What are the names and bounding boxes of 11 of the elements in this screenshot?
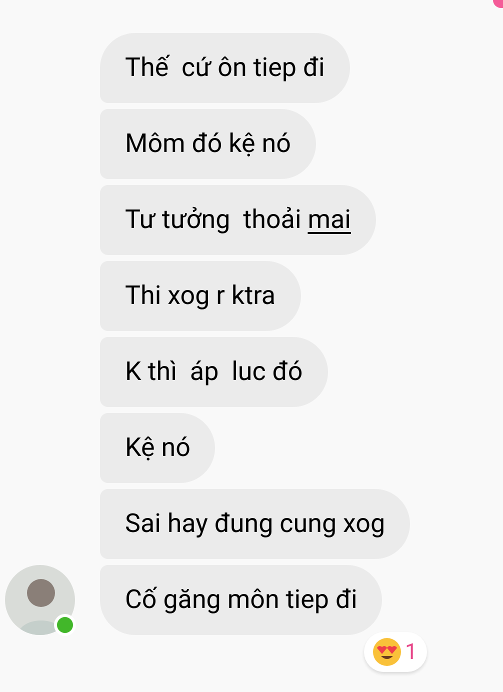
message-bubble: K thì áp luc đó [100,337,328,407]
reaction-badge[interactable]: 1 [364,632,428,672]
message-bubble: Cố găng môn tiep đi [100,565,382,635]
message-bubble: Sai hay đung cung xog [100,489,410,559]
message-bubble: Kệ nó [100,413,216,483]
message-bubble: Môm đó kệ nó [100,109,316,179]
message-bubble: Tư tưởng thoải mai [100,185,376,255]
message-bubble: Thế cứ ôn tiep đi [100,33,350,103]
message-bubble: Thi xog r ktra [100,261,301,331]
reaction-count: 1 [405,638,418,666]
heart-eyes-emoji-icon [372,637,402,667]
